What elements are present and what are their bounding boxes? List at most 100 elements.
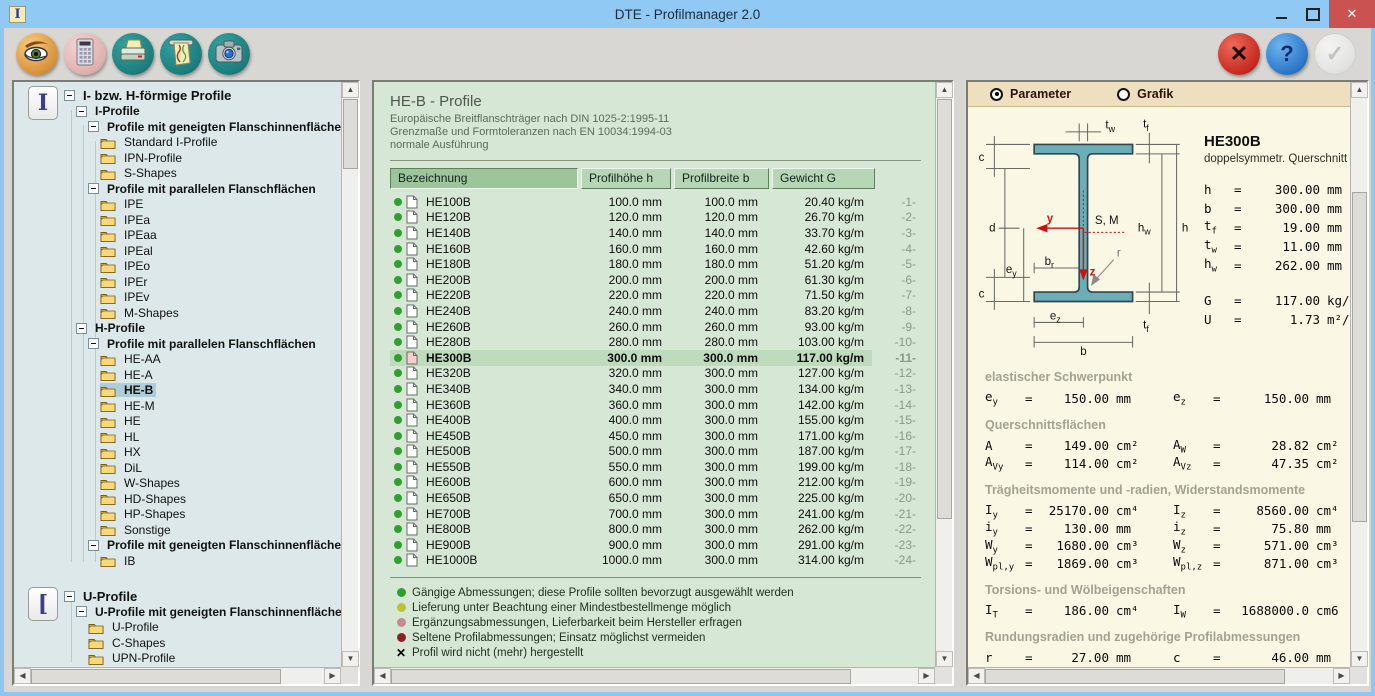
table-row-he140b[interactable]: HE140B140.0 mm140.0 mm33.70 kg/m-3-: [390, 225, 935, 241]
scroll-up-arrow[interactable]: ▲: [936, 82, 953, 98]
tree-item-he-aa[interactable]: HE-AA: [14, 352, 341, 368]
table-row-he600b[interactable]: HE600B600.0 mm300.0 mm212.00 kg/m-19-: [390, 475, 935, 491]
tree-item-upn-profile[interactable]: UPN-Profile: [14, 651, 341, 667]
table-row-he340b[interactable]: HE340B340.0 mm300.0 mm134.00 kg/m-13-: [390, 381, 935, 397]
help-button[interactable]: ?: [1266, 33, 1308, 75]
tree-item-w-shapes[interactable]: W-Shapes: [14, 476, 341, 492]
column-header-bezeichnung[interactable]: Bezeichnung: [390, 168, 578, 189]
tree-item-ipev[interactable]: IPEv: [14, 290, 341, 306]
scrollbar-thumb[interactable]: [937, 99, 952, 519]
scroll-right-arrow[interactable]: ▶: [1333, 668, 1350, 684]
scroll-up-arrow[interactable]: ▲: [1351, 82, 1368, 98]
tree-vertical-scrollbar[interactable]: ▲ ▼: [341, 82, 358, 667]
detail-vertical-scrollbar[interactable]: ▲ ▼: [1350, 82, 1367, 667]
table-row-he320b[interactable]: HE320B320.0 mm300.0 mm127.00 kg/m-12-: [390, 366, 935, 382]
table-row-he900b[interactable]: HE900B900.0 mm300.0 mm291.00 kg/m-23-: [390, 537, 935, 553]
tree-item-i-bzw-h-f-rmige-profile[interactable]: II- bzw. H-förmige Profile: [14, 88, 341, 104]
tree-item-sonstige[interactable]: Sonstige: [14, 522, 341, 538]
scroll-right-arrow[interactable]: ▶: [918, 668, 935, 684]
table-row-he450b[interactable]: HE450B450.0 mm300.0 mm171.00 kg/m-16-: [390, 428, 935, 444]
tree-item-ipeaa[interactable]: IPEaa: [14, 228, 341, 244]
scroll-down-arrow[interactable]: ▼: [342, 651, 359, 667]
table-row-he120b[interactable]: HE120B120.0 mm120.0 mm26.70 kg/m-2-: [390, 210, 935, 226]
tree-item-hl[interactable]: HL: [14, 429, 341, 445]
tree-item-hp-shapes[interactable]: HP-Shapes: [14, 507, 341, 523]
tree-item-hx[interactable]: HX: [14, 445, 341, 461]
tree-item-he[interactable]: HE: [14, 414, 341, 430]
table-row-he550b[interactable]: HE550B550.0 mm300.0 mm199.00 kg/m-18-: [390, 459, 935, 475]
tree-item-standard-i-profile[interactable]: Standard I-Profile: [14, 135, 341, 151]
tree-collapse-icon[interactable]: [88, 338, 99, 349]
scroll-right-arrow[interactable]: ▶: [324, 668, 341, 684]
scroll-left-arrow[interactable]: ◀: [374, 668, 391, 684]
table-row-he800b[interactable]: HE800B800.0 mm300.0 mm262.00 kg/m-22-: [390, 521, 935, 537]
table-row-he300b[interactable]: HE300B300.0 mm300.0 mm117.00 kg/m-11-: [390, 350, 935, 366]
print-button[interactable]: [112, 33, 154, 75]
tree-item-ipe[interactable]: IPE: [14, 197, 341, 213]
tree-item-m-shapes[interactable]: M-Shapes: [14, 305, 341, 321]
column-header-gewicht[interactable]: Gewicht G: [772, 168, 875, 189]
tree-item-iper[interactable]: IPEr: [14, 274, 341, 290]
table-row-he280b[interactable]: HE280B280.0 mm280.0 mm103.00 kg/m-10-: [390, 334, 935, 350]
column-header-profilhoehe[interactable]: Profilhöhe h: [581, 168, 671, 189]
scrollbar-thumb[interactable]: [985, 669, 1285, 684]
minimize-button[interactable]: [1265, 0, 1297, 28]
scroll-down-arrow[interactable]: ▼: [1351, 651, 1368, 667]
table-row-he360b[interactable]: HE360B360.0 mm300.0 mm142.00 kg/m-14-: [390, 397, 935, 413]
tree-item-he-m[interactable]: HE-M: [14, 398, 341, 414]
close-button[interactable]: ✕: [1329, 0, 1375, 28]
scroll-up-arrow[interactable]: ▲: [342, 82, 359, 98]
tree-collapse-icon[interactable]: [76, 606, 87, 617]
cancel-button[interactable]: ✕: [1218, 33, 1260, 75]
tree-item-ipea[interactable]: IPEa: [14, 212, 341, 228]
radio-parameter[interactable]: Parameter: [990, 87, 1071, 101]
scroll-left-arrow[interactable]: ◀: [968, 668, 985, 684]
confirm-button[interactable]: ✓: [1314, 33, 1356, 75]
table-row-he400b[interactable]: HE400B400.0 mm300.0 mm155.00 kg/m-15-: [390, 412, 935, 428]
table-row-he650b[interactable]: HE650B650.0 mm300.0 mm225.00 kg/m-20-: [390, 490, 935, 506]
tree-item-profile-mit-geneigten-flanschinnenfl-chen[interactable]: Profile mit geneigten Flanschinnenfläche…: [14, 538, 341, 554]
tree-horizontal-scrollbar[interactable]: ◀ ▶: [14, 667, 341, 684]
list-horizontal-scrollbar[interactable]: ◀ ▶: [374, 667, 935, 684]
table-row-he1000b[interactable]: HE1000B1000.0 mm300.0 mm314.00 kg/m-24-: [390, 553, 935, 569]
table-row-he100b[interactable]: HE100B100.0 mm100.0 mm20.40 kg/m-1-: [390, 194, 935, 210]
detail-horizontal-scrollbar[interactable]: ◀ ▶: [968, 667, 1350, 684]
tree-collapse-icon[interactable]: [88, 540, 99, 551]
tree-item-c-shapes[interactable]: C-Shapes: [14, 635, 341, 651]
tree-collapse-icon[interactable]: [64, 90, 75, 101]
tree-collapse-icon[interactable]: [76, 106, 87, 117]
tree-item-ib[interactable]: IB: [14, 553, 341, 569]
scrollbar-thumb[interactable]: [1352, 192, 1367, 522]
table-row-he220b[interactable]: HE220B220.0 mm220.0 mm71.50 kg/m-7-: [390, 288, 935, 304]
tree-item-dil[interactable]: DiL: [14, 460, 341, 476]
tree-item-u-profile[interactable]: U-Profile: [14, 620, 341, 636]
scrollbar-thumb[interactable]: [31, 669, 281, 684]
tree-item-profile-mit-geneigten-flanschinnenfl-chen[interactable]: Profile mit geneigten Flanschinnenfläche…: [14, 119, 341, 135]
tree-item-u-profile-mit-geneigten-flanschinnenfl-chen[interactable]: U-Profile mit geneigten Flanschinnenfläc…: [14, 604, 341, 620]
table-row-he240b[interactable]: HE240B240.0 mm240.0 mm83.20 kg/m-8-: [390, 303, 935, 319]
tree-item-h-profile[interactable]: H-Profile: [14, 321, 341, 337]
tree-item-ipeo[interactable]: IPEo: [14, 259, 341, 275]
tree-collapse-icon[interactable]: [88, 121, 99, 132]
table-row-he700b[interactable]: HE700B700.0 mm300.0 mm241.00 kg/m-21-: [390, 506, 935, 522]
scrollbar-thumb[interactable]: [343, 99, 358, 169]
scroll-down-arrow[interactable]: ▼: [936, 651, 953, 667]
list-vertical-scrollbar[interactable]: ▲ ▼: [935, 82, 952, 667]
tree-item-ipeal[interactable]: IPEal: [14, 243, 341, 259]
scrollbar-thumb[interactable]: [391, 669, 851, 684]
tree-item-s-shapes[interactable]: S-Shapes: [14, 166, 341, 182]
scroll-left-arrow[interactable]: ◀: [14, 668, 31, 684]
tree-collapse-icon[interactable]: [76, 323, 87, 334]
column-header-profilbreite[interactable]: Profilbreite b: [674, 168, 769, 189]
tree-item-he-b[interactable]: HE-B: [14, 383, 341, 399]
tree-collapse-icon[interactable]: [64, 591, 75, 602]
tree-collapse-icon[interactable]: [88, 183, 99, 194]
tree-item-ipn-profile[interactable]: IPN-Profile: [14, 150, 341, 166]
table-row-he200b[interactable]: HE200B200.0 mm200.0 mm61.30 kg/m-6-: [390, 272, 935, 288]
tree-item-i-profile[interactable]: I-Profile: [14, 104, 341, 120]
snapshot-button[interactable]: [208, 33, 250, 75]
calculator-button[interactable]: [64, 33, 106, 75]
tree-item-profile-mit-parallelen-flanschfl-chen[interactable]: Profile mit parallelen Flanschflächen: [14, 336, 341, 352]
tree-item-u-profile[interactable]: [U-Profile: [14, 589, 341, 605]
view-eye-button[interactable]: [16, 33, 58, 75]
